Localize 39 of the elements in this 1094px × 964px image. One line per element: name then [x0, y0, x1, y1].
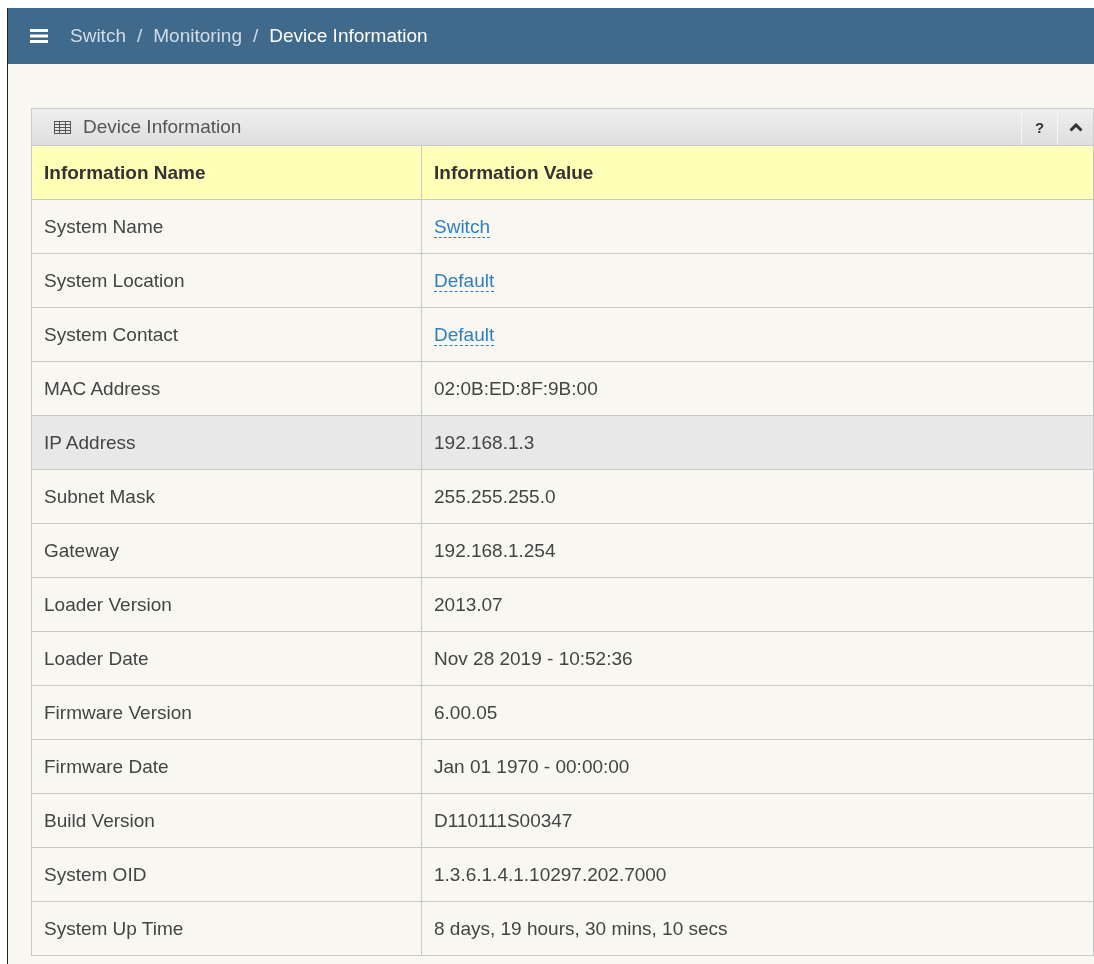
breadcrumb-separator: / [136, 25, 143, 46]
table-cell: Firmware Version [31, 685, 422, 740]
table-cell: Loader Version [31, 577, 422, 632]
table-cell: IP Address [31, 415, 422, 470]
table-cell: Jan 01 1970 - 00:00:00 [421, 739, 1094, 794]
table-cell: Nov 28 2019 - 10:52:36 [421, 631, 1094, 686]
table-cell: Firmware Date [31, 739, 422, 794]
table-cell: 2013.07 [421, 577, 1094, 632]
breadcrumb-separator: / [252, 25, 259, 46]
table-cell: 1.3.6.1.4.1.10297.202.7000 [421, 847, 1094, 902]
panel-title: Device Information [83, 116, 242, 138]
breadcrumb-link[interactable]: Switch [70, 25, 126, 46]
editable-value-link[interactable]: Switch [434, 215, 490, 238]
table-cell: Subnet Mask [31, 469, 422, 524]
table-cell: System Contact [31, 307, 422, 362]
table-cell: 255.255.255.0 [421, 469, 1094, 524]
editable-value-link[interactable]: Default [434, 269, 495, 292]
table-icon [54, 120, 71, 134]
table-cell: 6.00.05 [421, 685, 1094, 740]
table-cell: Loader Date [31, 631, 422, 686]
table-cell: System OID [31, 847, 422, 902]
table-cell: System Location [31, 253, 422, 308]
table-cell: 8 days, 19 hours, 30 mins, 10 secs [421, 901, 1094, 956]
column-header: Information Value [421, 145, 1094, 200]
table-cell: 192.168.1.254 [421, 523, 1094, 578]
menu-icon[interactable] [30, 29, 48, 43]
table-cell: Gateway [31, 523, 422, 578]
table-cell: D110111S00347 [421, 793, 1094, 848]
column-header: Information Name [31, 145, 422, 200]
table-cell: MAC Address [31, 361, 422, 416]
editable-value-link[interactable]: Default [434, 323, 495, 346]
breadcrumb-current: Device Information [269, 25, 428, 46]
chevron-up-icon [1068, 122, 1083, 132]
table-cell: Build Version [31, 793, 422, 848]
table-cell: System Name [31, 199, 422, 254]
table-cell: 192.168.1.3 [421, 415, 1094, 470]
breadcrumb-link[interactable]: Monitoring [153, 25, 242, 46]
table-cell: 02:0B:ED:8F:9B:00 [421, 361, 1094, 416]
table-cell: System Up Time [31, 901, 422, 956]
